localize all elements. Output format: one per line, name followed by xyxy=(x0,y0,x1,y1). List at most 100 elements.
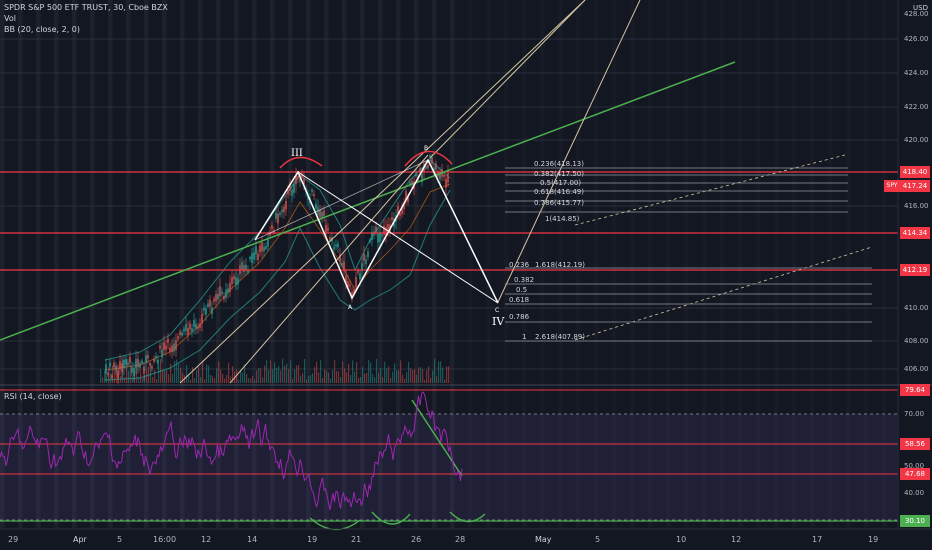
volume-bar xyxy=(288,368,290,383)
candle-body xyxy=(293,183,295,193)
volume-bar xyxy=(100,369,102,383)
time-tick: 21 xyxy=(351,535,362,544)
candle-body xyxy=(255,246,257,255)
candle-body xyxy=(325,224,327,234)
volume-bar xyxy=(436,376,438,383)
time-tick: 16:00 xyxy=(153,535,177,544)
volume-bar xyxy=(216,368,218,383)
volume-bar xyxy=(282,358,284,383)
candle-body xyxy=(381,234,383,237)
candle-body xyxy=(283,206,285,213)
candle-body xyxy=(225,289,227,298)
volume-bar xyxy=(372,373,374,383)
time-tick: Apr xyxy=(73,535,87,544)
rsi-badge-58-56: 58.56 xyxy=(900,438,930,450)
candle-body xyxy=(157,359,159,365)
candle-body xyxy=(311,189,313,192)
volume-bar xyxy=(102,377,104,383)
candle-body xyxy=(265,246,267,249)
chart-root[interactable]: SPDR S&P 500 ETF TRUST, 30, Cboe BZX Vol… xyxy=(0,0,932,550)
candle-body xyxy=(377,233,379,243)
volume-bar xyxy=(378,372,380,383)
candle-body xyxy=(363,253,365,261)
candle-body xyxy=(279,212,281,216)
price-badge-412-19: 412.19 xyxy=(900,264,930,276)
volume-bar xyxy=(416,374,418,383)
volume-legend[interactable]: Vol xyxy=(4,13,16,24)
fib-upper-label: 0.5(417.00) xyxy=(540,179,582,187)
rsi-legend[interactable]: RSI (14, close) xyxy=(4,392,62,401)
candle-body xyxy=(391,217,393,221)
volume-bar xyxy=(192,367,194,383)
volume-bar xyxy=(132,376,134,383)
price-tick: 406.00 xyxy=(904,365,929,373)
volume-bar xyxy=(212,376,214,383)
candle-body xyxy=(259,245,261,253)
rsi-badge-30-10: 30.10 xyxy=(900,515,930,527)
volume-bar xyxy=(224,378,226,383)
bb-legend[interactable]: BB (20, close, 2, 0) xyxy=(4,24,80,35)
rsi-tick: 40.00 xyxy=(904,489,925,497)
candle-body xyxy=(107,373,109,376)
volume-bar xyxy=(194,378,196,383)
volume-bar xyxy=(190,379,192,383)
volume-bar xyxy=(300,375,302,383)
price-tick: 416.00 xyxy=(904,202,929,210)
volume-bar xyxy=(412,369,414,383)
candle-body xyxy=(277,213,279,224)
volume-bar xyxy=(252,375,254,383)
candle-body xyxy=(203,307,205,311)
volume-bar xyxy=(124,377,126,383)
volume-bar xyxy=(338,371,340,383)
volume-bar xyxy=(264,365,266,383)
candle-body xyxy=(185,323,187,331)
volume-bar xyxy=(200,377,202,383)
volume-bar xyxy=(390,378,392,383)
candle-body xyxy=(211,307,213,315)
volume-bar xyxy=(320,360,322,383)
candle-body xyxy=(113,362,115,368)
volume-bar xyxy=(308,375,310,383)
volume-bar xyxy=(256,370,258,383)
chart-canvas[interactable] xyxy=(0,0,932,550)
volume-bar xyxy=(104,370,106,383)
candle-body xyxy=(315,203,317,209)
volume-bar xyxy=(352,360,354,383)
candle-body xyxy=(343,261,345,270)
candle-body xyxy=(115,366,117,371)
volume-bar xyxy=(396,370,398,383)
candle-body xyxy=(231,277,233,284)
volume-bar xyxy=(162,370,164,383)
candle-body xyxy=(163,342,165,350)
volume-bar xyxy=(400,360,402,383)
volume-bar xyxy=(254,379,256,383)
volume-bar xyxy=(306,379,308,383)
candle-body xyxy=(233,276,235,280)
candle-body xyxy=(415,173,417,177)
candle-body xyxy=(121,363,123,373)
candle-body xyxy=(235,277,237,286)
volume-bar xyxy=(242,372,244,383)
volume-bar xyxy=(222,373,224,383)
candle-body xyxy=(177,336,179,340)
volume-bar xyxy=(218,361,220,383)
volume-bar xyxy=(330,378,332,383)
volume-bar xyxy=(284,365,286,383)
candle-body xyxy=(243,265,245,273)
volume-bar xyxy=(248,378,250,383)
volume-bar xyxy=(430,378,432,383)
price-tick: 424.00 xyxy=(904,69,929,77)
candle-body xyxy=(123,359,125,369)
volume-bar xyxy=(318,372,320,383)
volume-bar xyxy=(154,370,156,383)
symbol-legend[interactable]: SPDR S&P 500 ETF TRUST, 30, Cboe BZX xyxy=(4,2,168,13)
candle-body xyxy=(445,179,447,188)
candle-body xyxy=(399,212,401,216)
candle-body xyxy=(125,358,127,365)
volume-bar xyxy=(370,362,372,383)
price-tick: 420.00 xyxy=(904,136,929,144)
volume-bar xyxy=(272,369,274,383)
volume-bar xyxy=(316,361,318,383)
volume-bar xyxy=(322,378,324,383)
volume-bar xyxy=(428,366,430,383)
